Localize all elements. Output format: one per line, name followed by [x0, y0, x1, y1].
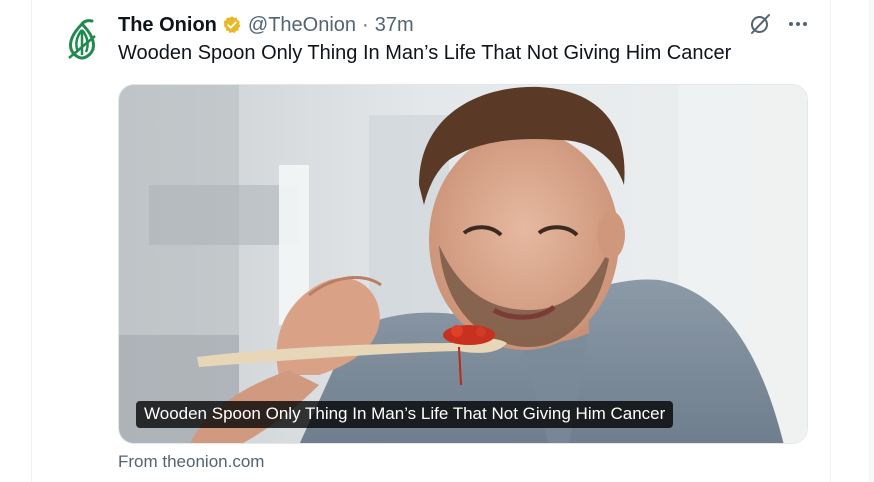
tweet-text: Wooden Spoon Only Thing In Man’s Life Th… [118, 42, 732, 64]
card-caption: Wooden Spoon Only Thing In Man’s Life Th… [136, 401, 674, 428]
separator-dot: · [362, 13, 369, 36]
avatar[interactable] [58, 16, 106, 64]
sidebar-edge [869, 0, 874, 482]
display-name[interactable]: The Onion [118, 14, 217, 37]
verified-badge-icon[interactable] [222, 15, 242, 35]
timestamp[interactable]: 37m [375, 14, 414, 37]
tweet-header: The Onion @TheOnion · 37m [118, 12, 414, 38]
card-source[interactable]: From theonion.com [118, 452, 264, 472]
grok-icon[interactable] [748, 12, 772, 36]
more-options-icon[interactable] [788, 12, 808, 36]
tweet-top-actions [748, 12, 808, 36]
tweet[interactable]: The Onion @TheOnion · 37m Wooden Spoon O [32, 0, 830, 482]
card-image[interactable] [119, 85, 808, 444]
timeline-right-border [830, 0, 831, 482]
user-handle[interactable]: @TheOnion [248, 14, 356, 37]
link-card[interactable]: Wooden Spoon Only Thing In Man’s Life Th… [118, 84, 808, 444]
onion-logo-icon [68, 19, 96, 60]
